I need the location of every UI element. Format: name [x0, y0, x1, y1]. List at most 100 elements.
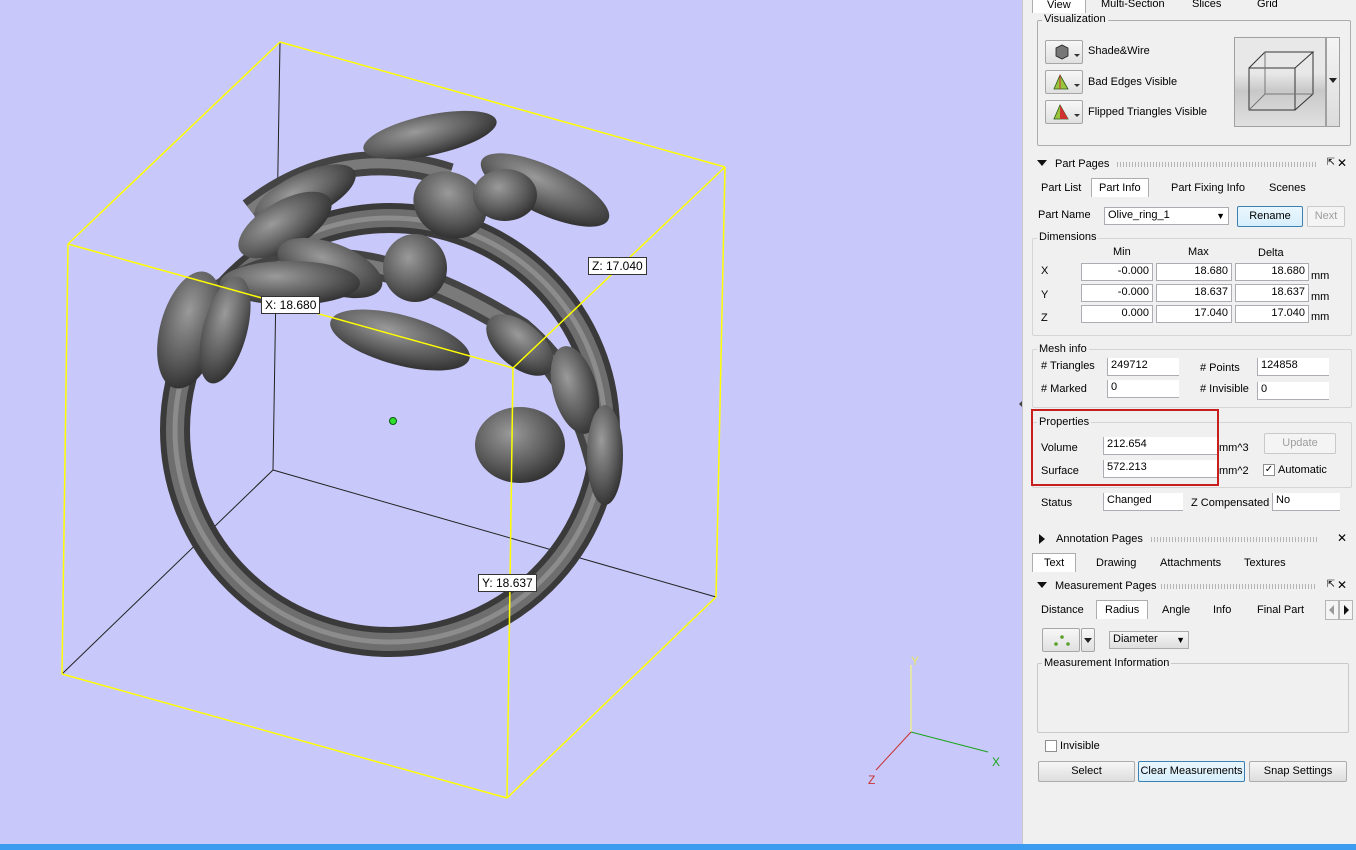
shade-wire-icon [1055, 44, 1080, 60]
dim-x-delta[interactable]: 18.680 [1235, 263, 1309, 281]
measure-points-button[interactable] [1042, 628, 1080, 652]
float-icon[interactable]: ⇱ [1327, 579, 1335, 590]
bad-edges-button[interactable] [1045, 70, 1083, 94]
part-name-select[interactable]: Olive_ring_1 ▼ [1104, 207, 1229, 225]
bad-edges-icon [1053, 74, 1080, 90]
chevron-down-icon: ▼ [1216, 211, 1225, 221]
dimensions-title: Dimensions [1037, 231, 1099, 243]
scene-canvas[interactable] [0, 0, 1022, 844]
clear-measurements-button[interactable]: Clear Measurements [1138, 761, 1245, 782]
tab-grid[interactable]: Grid [1257, 0, 1278, 10]
automatic-checkbox[interactable]: ✓ [1263, 464, 1275, 476]
measure-points-dropdown[interactable] [1081, 628, 1095, 652]
dock-grip[interactable] [1161, 584, 1317, 589]
float-icon[interactable]: ⇱ [1327, 157, 1335, 168]
dim-header-delta: Delta [1258, 247, 1284, 259]
surface-unit: mm^2 [1219, 465, 1249, 477]
measurement-pages-header[interactable]: Measurement Pages ⇱ ✕ [1031, 578, 1349, 595]
tab-slices[interactable]: Slices [1192, 0, 1221, 10]
part-pages-header[interactable]: Part Pages ⇱ ✕ [1031, 156, 1349, 173]
select-button[interactable]: Select [1038, 761, 1135, 782]
dim-z-min[interactable]: 0.000 [1081, 305, 1153, 323]
axis-label-z: Z [868, 773, 876, 787]
flipped-triangles-button[interactable] [1045, 100, 1083, 124]
tab-text[interactable]: Text [1032, 553, 1077, 572]
dim-x-min[interactable]: -0.000 [1081, 263, 1153, 281]
visualization-title: Visualization [1042, 13, 1108, 25]
close-icon[interactable]: ✕ [1337, 156, 1347, 170]
dim-y-delta[interactable]: 18.637 [1235, 284, 1309, 302]
automatic-label: Automatic [1278, 464, 1327, 476]
expand-arrow-icon[interactable] [1039, 534, 1045, 544]
measure-mode-value: Diameter [1113, 633, 1158, 645]
tab-scroll-left-icon[interactable] [1325, 600, 1339, 620]
triangles-value: 249712 [1107, 358, 1179, 376]
tab-final-part[interactable]: Final Part [1257, 604, 1304, 616]
dim-y-max[interactable]: 18.637 [1156, 284, 1232, 302]
properties-highlight-box [1031, 409, 1219, 486]
collapse-arrow-icon[interactable] [1037, 582, 1047, 588]
tab-scroll-right-icon[interactable] [1339, 600, 1353, 620]
dock-grip[interactable] [1151, 537, 1317, 542]
flipped-triangles-label: Flipped Triangles Visible [1088, 106, 1208, 118]
dimension-label-x: X: 18.680 [261, 296, 321, 314]
chevron-down-icon [1329, 78, 1337, 83]
tab-angle[interactable]: Angle [1162, 604, 1190, 616]
update-button[interactable]: Update [1264, 433, 1336, 454]
annotation-pages-header[interactable]: Annotation Pages ✕ [1031, 531, 1349, 548]
tab-attachments[interactable]: Attachments [1160, 557, 1221, 569]
chevron-down-icon: ▼ [1176, 635, 1185, 645]
dim-y-unit: mm [1311, 291, 1330, 303]
tab-radius[interactable]: Radius [1096, 600, 1149, 619]
tab-textures[interactable]: Textures [1244, 557, 1286, 569]
measurement-information-group [1037, 663, 1349, 733]
annotation-pages-title: Annotation Pages [1056, 533, 1143, 545]
snap-settings-button[interactable]: Snap Settings [1249, 761, 1347, 782]
invisible-count-label: # Invisible [1200, 383, 1249, 395]
rotation-center-marker [389, 417, 397, 425]
tab-distance[interactable]: Distance [1041, 604, 1084, 616]
measurement-information-title: Measurement Information [1042, 657, 1172, 669]
view-cube-preview[interactable] [1234, 37, 1326, 127]
tab-multi-section[interactable]: Multi-Section [1101, 0, 1165, 10]
tab-part-fixing-info[interactable]: Part Fixing Info [1171, 182, 1245, 194]
dim-header-max: Max [1188, 246, 1209, 258]
next-button[interactable]: Next [1307, 206, 1345, 227]
axis-label-x: X [992, 755, 1001, 769]
ring-model[interactable] [145, 101, 623, 657]
measurement-pages-title: Measurement Pages [1055, 580, 1157, 592]
tab-scenes[interactable]: Scenes [1269, 182, 1306, 194]
axis-label-y: Y [911, 654, 920, 668]
rename-button[interactable]: Rename [1237, 206, 1303, 227]
dim-axis-z: Z [1041, 312, 1048, 324]
bottom-status-strip [0, 844, 1356, 850]
close-icon[interactable]: ✕ [1337, 578, 1347, 592]
view-cube-dropdown[interactable] [1326, 37, 1340, 127]
status-label: Status [1041, 497, 1073, 509]
close-icon[interactable]: ✕ [1337, 531, 1347, 545]
tab-drawing[interactable]: Drawing [1096, 557, 1136, 569]
tab-info[interactable]: Info [1213, 604, 1231, 616]
tab-part-info[interactable]: Part Info [1091, 178, 1149, 197]
tab-part-list[interactable]: Part List [1041, 182, 1081, 194]
dim-y-min[interactable]: -0.000 [1081, 284, 1153, 302]
volume-unit: mm^3 [1219, 442, 1249, 454]
part-pages-title: Part Pages [1055, 158, 1110, 170]
collapse-arrow-icon[interactable] [1037, 160, 1047, 166]
invisible-checkbox[interactable] [1045, 740, 1057, 752]
3d-viewport[interactable]: Y X Z X: 18.680 Z: 17.040 Y: 18.637 [0, 0, 1022, 844]
tab-view[interactable]: View [1032, 0, 1086, 13]
dim-z-max[interactable]: 17.040 [1156, 305, 1232, 323]
dim-x-max[interactable]: 18.680 [1156, 263, 1232, 281]
marked-value: 0 [1107, 380, 1179, 398]
invisible-count-value: 0 [1257, 382, 1329, 400]
dock-grip[interactable] [1117, 162, 1317, 167]
measure-mode-select[interactable]: Diameter ▼ [1109, 631, 1189, 649]
dim-z-delta[interactable]: 17.040 [1235, 305, 1309, 323]
shade-wire-label: Shade&Wire [1088, 45, 1150, 57]
dim-axis-y: Y [1041, 289, 1049, 301]
flipped-triangles-icon [1053, 104, 1080, 120]
dim-x-unit: mm [1311, 270, 1330, 282]
shade-wire-button[interactable] [1045, 40, 1083, 64]
bad-edges-label: Bad Edges Visible [1088, 76, 1178, 88]
